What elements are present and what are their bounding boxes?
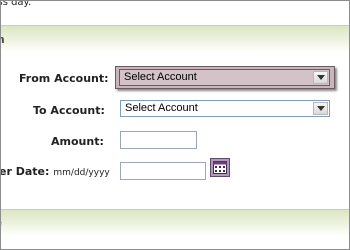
transfer-form-panel: siness day. nation From Account: Select … xyxy=(0,0,350,250)
date-label: er Date: mm/dd/yyyy xyxy=(0,165,110,178)
from-account-select[interactable]: Select Account xyxy=(119,69,330,86)
instruction-text: siness day. xyxy=(1,0,32,8)
from-account-selected-value: Select Account xyxy=(124,71,197,83)
date-label-text: er Date: xyxy=(0,165,50,178)
section-header-information: nation xyxy=(1,25,349,52)
from-account-label: From Account: xyxy=(19,72,109,85)
section-title: nation xyxy=(1,33,5,46)
amount-label: Amount: xyxy=(51,135,104,148)
section-header-schedule: dule xyxy=(1,209,349,236)
amount-input[interactable] xyxy=(120,131,197,149)
date-input[interactable] xyxy=(120,162,206,180)
calendar-icon[interactable] xyxy=(210,158,230,177)
chevron-down-icon[interactable] xyxy=(313,71,328,84)
section-title: dule xyxy=(1,216,2,229)
date-format-hint: mm/dd/yyyy xyxy=(53,168,110,178)
to-account-label: To Account: xyxy=(33,104,105,117)
from-account-focus-frame: Select Account xyxy=(115,66,335,89)
chevron-down-icon[interactable] xyxy=(313,102,328,115)
to-account-select[interactable]: Select Account xyxy=(120,100,330,117)
to-account-selected-value: Select Account xyxy=(125,102,198,114)
